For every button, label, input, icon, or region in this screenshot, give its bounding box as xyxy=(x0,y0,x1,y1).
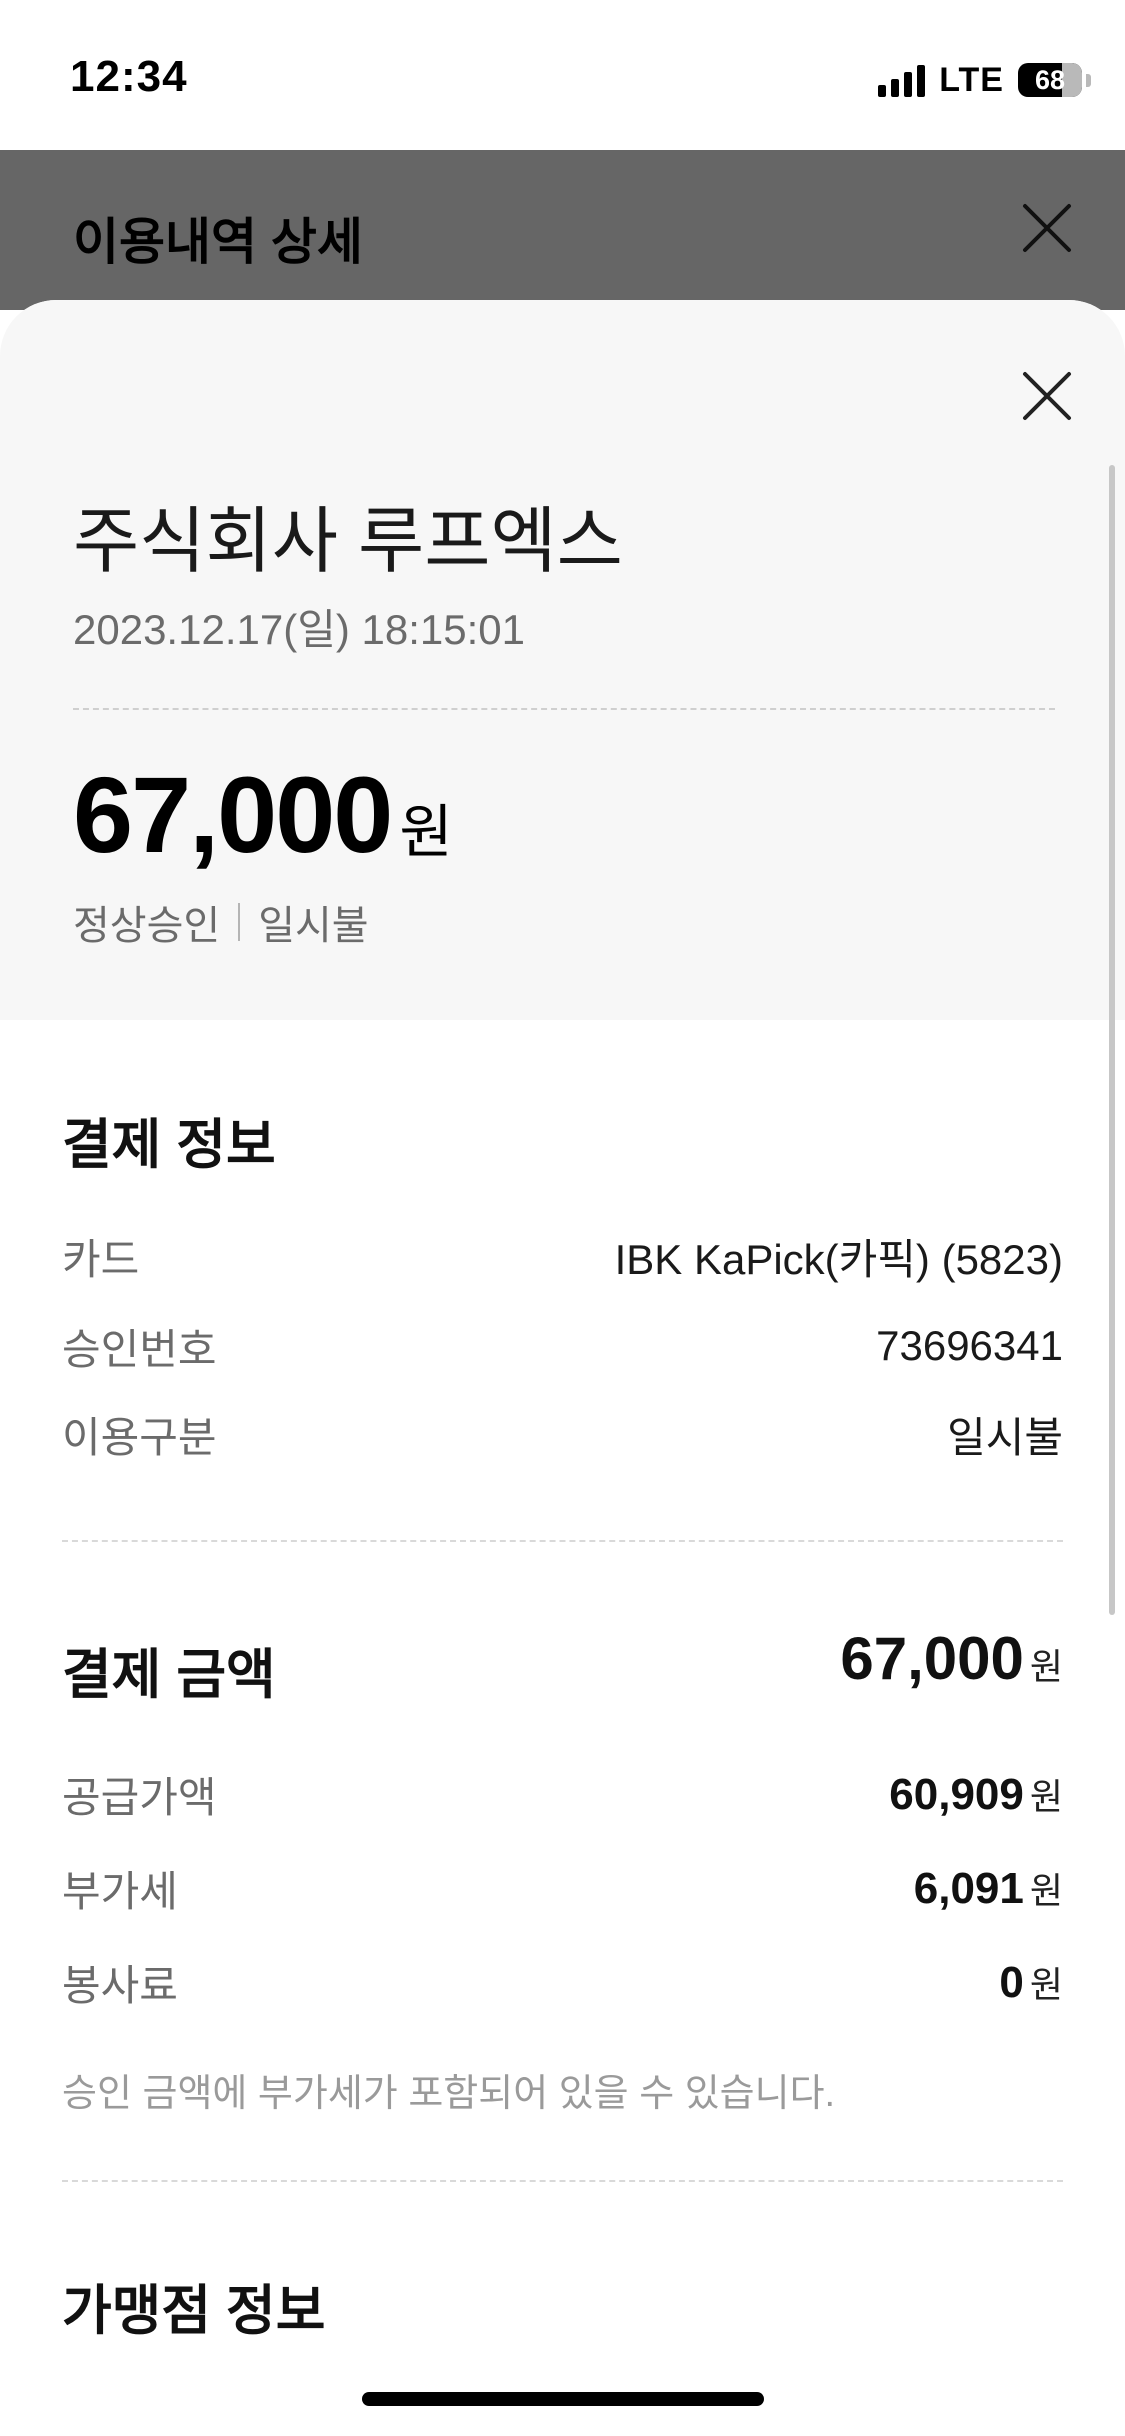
background-close-icon[interactable] xyxy=(1019,200,1075,256)
cellular-signal-icon xyxy=(878,63,926,97)
info-label: 부가세 xyxy=(62,1867,178,1915)
unit: 원 xyxy=(1029,1870,1063,1911)
payment-type: 일시불 xyxy=(258,904,369,948)
amount-value-group: 60,909 원 xyxy=(889,1768,1063,1820)
approval-status: 정상승인 xyxy=(73,904,221,948)
background-title: 이용내역 상세 xyxy=(73,214,363,270)
transaction-datetime: 2023.12.17(일) 18:15:01 xyxy=(73,606,525,653)
amount-row-supply: 공급가액 60,909 원 xyxy=(62,1764,1063,1824)
close-icon[interactable] xyxy=(1019,368,1075,424)
info-label: 이용구분 xyxy=(62,1413,217,1461)
info-value: 일시불 xyxy=(947,1413,1063,1461)
amount-value: 67,000 xyxy=(73,754,393,875)
merchant-info-title: 가맹점 정보 xyxy=(62,2281,326,2341)
scrollbar[interactable] xyxy=(1109,465,1115,1615)
payment-amount-title: 결제 금액 xyxy=(62,1645,276,1705)
info-value: 6,091 xyxy=(913,1864,1024,1913)
info-value: 0 xyxy=(999,1958,1024,2007)
divider xyxy=(73,708,1055,710)
home-indicator[interactable] xyxy=(362,2392,764,2406)
approval-info: 정상승인 일시불 xyxy=(73,893,369,951)
amount-unit: 원 xyxy=(399,800,453,865)
network-type: LTE xyxy=(939,60,1004,99)
merchant-name: 주식회사 루프엑스 xyxy=(73,502,623,582)
status-bar: 12:34 LTE 68 xyxy=(0,0,1125,150)
battery-icon: 68 xyxy=(1018,63,1082,97)
info-value: 60,909 xyxy=(889,1770,1024,1819)
battery-tip xyxy=(1086,73,1091,87)
payment-info-title: 결제 정보 xyxy=(62,1115,276,1175)
amount-row-service-charge: 봉사료 0원 xyxy=(62,1952,1063,2012)
background-header: 이용내역 상세 xyxy=(0,150,1125,310)
transaction-amount: 67,000 원 xyxy=(73,752,453,877)
divider xyxy=(62,1540,1063,1542)
status-time: 12:34 xyxy=(70,52,188,101)
amount-row-vat: 부가세 6,091 원 xyxy=(62,1858,1063,1918)
info-label: 봉사료 xyxy=(62,1961,178,2009)
info-row-usage-type: 이용구분 일시불 xyxy=(62,1404,1063,1464)
status-indicators: LTE 68 xyxy=(878,58,1091,102)
info-row-approval-number: 승인번호 73696341 xyxy=(62,1316,1063,1376)
vat-notice: 승인 금액에 부가세가 포함되어 있을 수 있습니다. xyxy=(62,2073,836,2115)
info-label: 카드 xyxy=(62,1235,140,1283)
info-row-card: 카드 IBK KaPick(카픽) (5823) xyxy=(62,1226,1063,1286)
transaction-summary: 주식회사 루프엑스 2023.12.17(일) 18:15:01 67,000 … xyxy=(0,300,1125,1020)
unit: 원 xyxy=(1029,1964,1063,2005)
amount-value-group: 6,091 원 xyxy=(914,1862,1063,1914)
info-label: 승인번호 xyxy=(62,1325,217,1373)
amount-value-group: 0원 xyxy=(999,1956,1063,2008)
detail-sheet: 주식회사 루프엑스 2023.12.17(일) 18:15:01 67,000 … xyxy=(0,300,1125,2436)
unit: 원 xyxy=(1029,1776,1063,1817)
info-value: 73696341 xyxy=(876,1322,1063,1369)
total-value: 67,000 xyxy=(840,1625,1024,1692)
info-value: IBK KaPick(카픽) (5823) xyxy=(614,1235,1063,1283)
divider xyxy=(62,2180,1063,2182)
info-label: 공급가액 xyxy=(62,1773,217,1821)
battery-level: 68 xyxy=(1034,64,1066,95)
separator xyxy=(238,903,241,941)
payment-total: 67,000 원 xyxy=(840,1624,1063,1693)
total-unit: 원 xyxy=(1029,1646,1063,1687)
